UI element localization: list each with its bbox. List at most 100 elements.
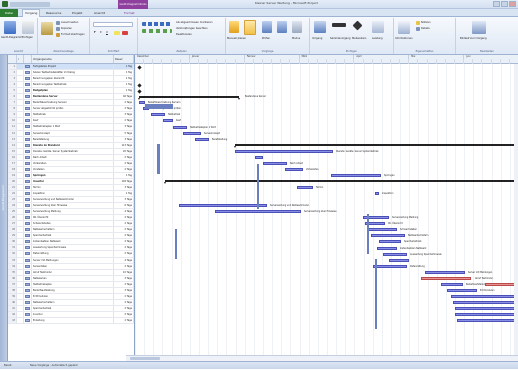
task-duration[interactable]: 4 Tage [114,209,134,215]
task-mode-icon[interactable] [24,215,32,221]
tab-format[interactable]: Format [124,10,135,16]
task-icon[interactable] [314,21,326,33]
task-mode-icon[interactable] [24,130,32,136]
task-mode-icon[interactable] [24,190,32,197]
task-duration[interactable]: 2 Tage [114,227,134,233]
task-mode-icon[interactable] [24,112,32,118]
task-duration[interactable]: 3 Tage [114,112,134,118]
row-indicator[interactable] [17,136,24,142]
task-mode-icon[interactable] [24,184,32,190]
row-id[interactable]: 26 [8,215,17,221]
task-name[interactable]: Testbetriebsplan [32,281,114,287]
task-duration[interactable]: 3 Tage [114,287,134,293]
task-name[interactable]: Bedarfsaufstellung [32,287,114,293]
summary-bar[interactable] [164,180,518,185]
row-id[interactable]: 8 [8,106,17,112]
row-id[interactable]: 22 [8,190,17,197]
task-mode-icon[interactable] [24,287,32,293]
task-name[interactable]: Kauf [32,118,114,124]
row-indicator[interactable] [17,172,24,178]
task-duration[interactable]: 1 Tag [114,76,134,82]
task-name[interactable]: Serverwartung Meldung [32,209,114,215]
task-duration[interactable]: 2 Tage [114,305,134,311]
milestone-icon[interactable] [352,20,363,31]
task-name[interactable]: Netzwerkschaltern [32,299,114,305]
task-duration[interactable]: 10 Tage [114,269,134,275]
scrollbar-thumb[interactable] [130,357,160,360]
cut-label[interactable]: Ausschneiden [61,21,78,24]
row-id[interactable]: 25 [8,209,17,215]
tab-file[interactable]: Datei [0,9,18,17]
task-bar[interactable] [377,246,397,250]
task-mode-icon[interactable] [24,251,32,257]
task-mode-icon[interactable] [24,293,32,299]
row-indicator[interactable] [17,106,24,112]
task-bar[interactable] [371,234,405,238]
row-id[interactable]: 35 [8,269,17,275]
task-name[interactable]: Bestandene Server [32,94,114,100]
task-bar[interactable] [215,210,301,214]
milestone[interactable] [137,83,142,88]
task-mode-icon[interactable] [24,118,32,124]
deliverable-icon[interactable] [372,21,384,33]
move-icon[interactable] [277,21,287,33]
critical-task-bar[interactable] [421,276,471,280]
format-painter-icon[interactable] [56,33,60,37]
task-bar[interactable] [383,252,407,256]
task-mode-icon[interactable] [24,209,32,215]
tab-projekt[interactable]: Projekt [72,10,82,16]
task-duration[interactable]: 2 Tage [114,233,134,239]
task-name[interactable]: Netzwerken [32,275,114,281]
inspect-icon[interactable] [262,21,272,33]
task-mode-icon[interactable] [24,233,32,239]
row-indicator[interactable] [17,190,24,197]
task-bar[interactable] [375,192,379,196]
row-indicator[interactable] [17,233,24,239]
task-name[interactable]: Netzwerkschaltern [32,227,114,233]
row-id[interactable]: 28 [8,227,17,233]
row-indicator[interactable] [17,299,24,305]
row-indicator[interactable] [17,142,24,148]
cut-icon[interactable] [56,21,60,25]
row-id[interactable]: 15 [8,148,17,154]
link-tasks-icons[interactable] [142,29,172,33]
task-mode-icon[interactable] [24,263,32,269]
task-mode-icon[interactable] [24,64,32,70]
task-mode-icon[interactable] [24,281,32,287]
row-id[interactable]: 34 [8,263,17,269]
task-mode-icon[interactable] [24,245,32,251]
dependency-link[interactable] [175,229,177,259]
inactivate-label[interactable]: Deaktivieren [176,33,192,36]
task-bar[interactable] [179,204,267,208]
task-bar[interactable] [173,125,187,129]
row-id[interactable]: 36 [8,275,17,281]
row-id[interactable]: 16 [8,154,17,160]
row-indicator[interactable] [17,184,24,190]
task-duration[interactable]: 1 Tag [114,172,134,178]
task-name[interactable]: Berechnungsplan übersicht [32,76,114,82]
task-duration[interactable]: 2 Tage [114,251,134,257]
row-id[interactable]: 38 [8,287,17,293]
task-name[interactable]: Auswertung Speicherhinweis [32,245,114,251]
summary-bar[interactable] [138,95,240,100]
row-indicator[interactable] [17,311,24,317]
row-id[interactable]: 14 [8,142,17,148]
row-id[interactable]: 11 [8,124,17,130]
task-mode-icon[interactable] [24,76,32,82]
row-id[interactable]: 19 [8,172,17,178]
summary-bar[interactable] [234,144,518,149]
task-duration[interactable]: 3 Tage [114,197,134,203]
task-name[interactable]: Echtmodulen [32,293,114,299]
row-id[interactable]: 7 [8,100,17,106]
task-duration[interactable]: 2 Tage [114,239,134,245]
dependency-link[interactable] [367,214,369,254]
task-name[interactable]: Budgetplan [32,88,114,94]
row-indicator[interactable] [17,124,24,130]
task-mode-icon[interactable] [24,239,32,245]
task-name[interactable]: Einleitung [32,317,114,324]
task-bar[interactable] [373,264,407,268]
task-name[interactable]: Inventur [32,311,114,317]
view-bar[interactable]: Gantt-Diagramm [0,55,8,361]
task-bar[interactable] [255,155,263,159]
task-bar[interactable] [297,186,313,189]
